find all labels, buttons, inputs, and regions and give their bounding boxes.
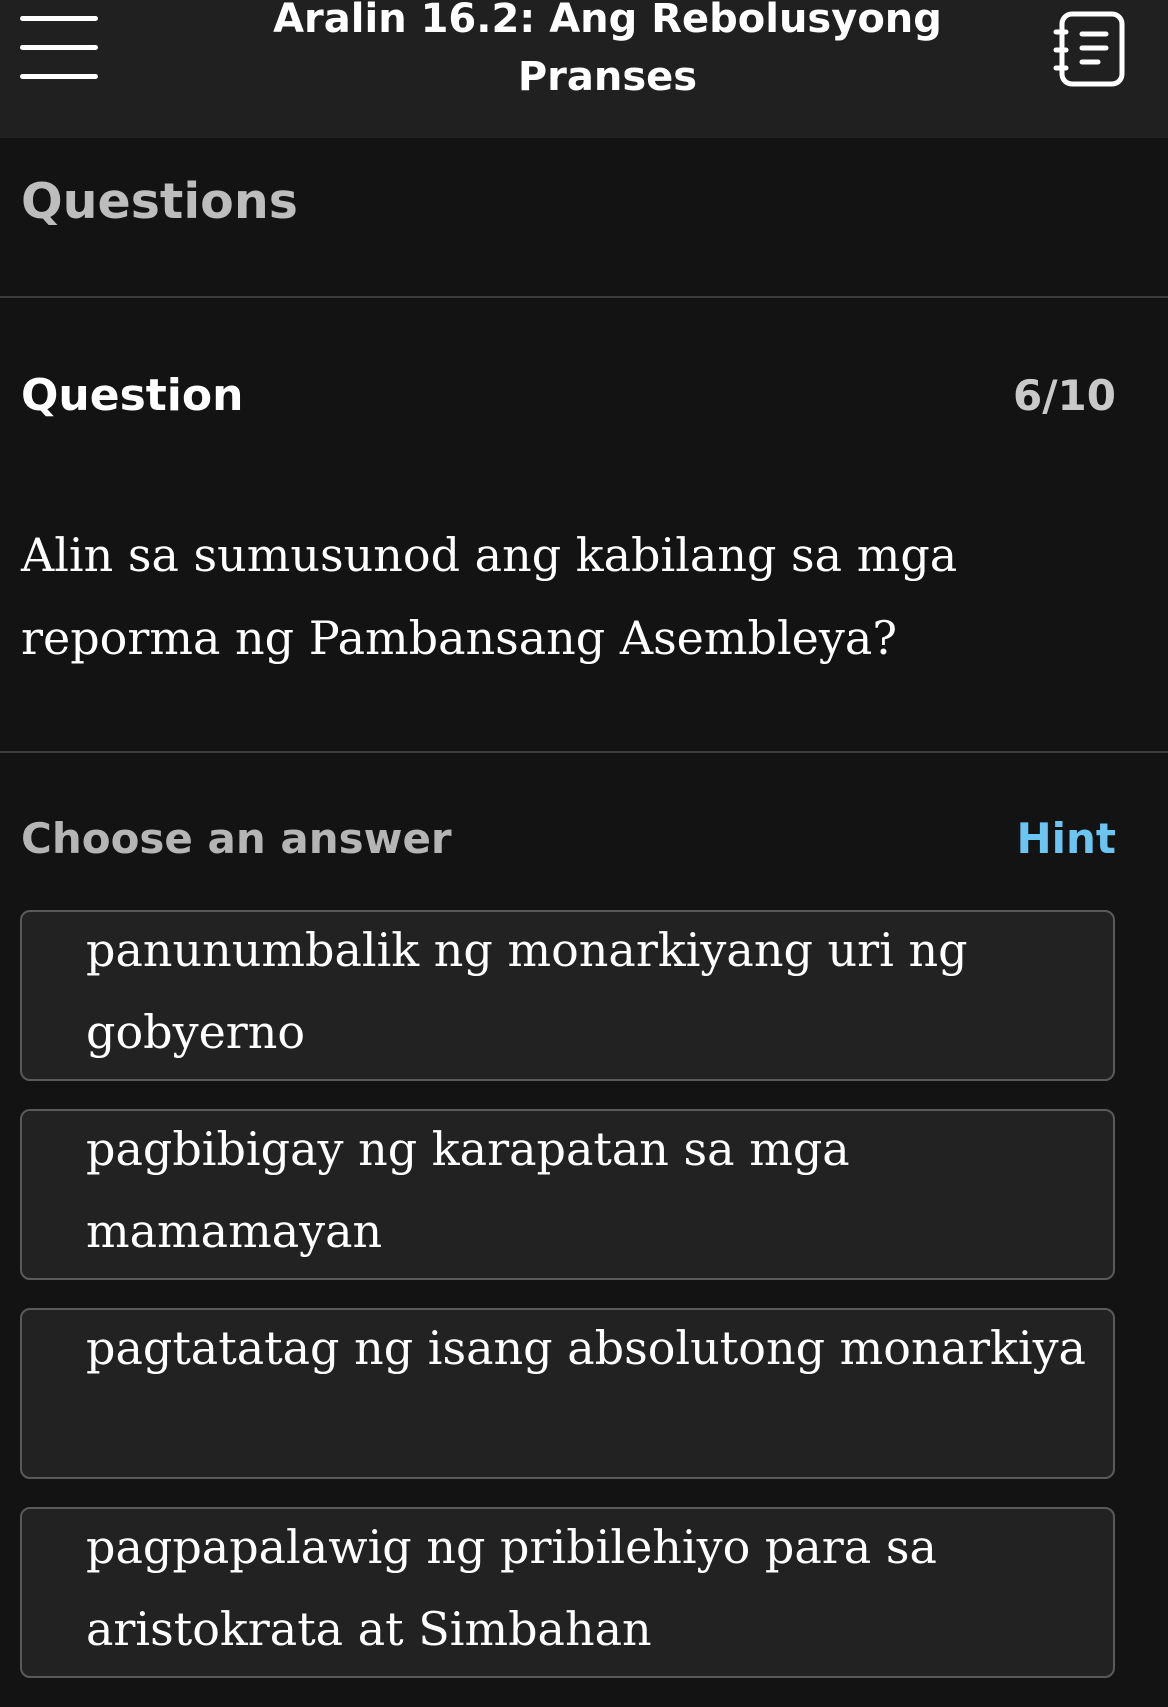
- page-title: Aralin 16.2: Ang Rebolusyong Pranses: [273, 0, 942, 100]
- answer-option[interactable]: pagbibigay ng karapatan sa mga mamamayan: [20, 1109, 1115, 1280]
- section-title: Questions: [21, 173, 298, 230]
- top-app-bar: Aralin 16.2: Ang Rebolusyong Pranses: [0, 0, 1168, 138]
- question-label: Question: [21, 370, 244, 421]
- answer-option[interactable]: panunumbalik ng monarkiyang uri ng gobye…: [20, 910, 1115, 1081]
- question-text: Alin sa sumusunod ang kabilang sa mga re…: [21, 528, 958, 665]
- hamburger-menu-icon[interactable]: [20, 12, 98, 84]
- divider: [0, 751, 1168, 753]
- choose-answer-label: Choose an answer: [21, 814, 452, 863]
- question-counter: 6/10: [1012, 371, 1116, 420]
- answer-option-text: pagbibigay ng karapatan sa mga mamamayan: [86, 1122, 850, 1258]
- answer-option-text: pagpapalawig ng pribilehiyo para sa aris…: [86, 1520, 937, 1656]
- answer-option-text: panunumbalik ng monarkiyang uri ng gobye…: [86, 923, 968, 1059]
- hint-button[interactable]: Hint: [1016, 811, 1116, 867]
- answer-option[interactable]: pagtatatag ng isang absolutong monarkiya: [20, 1308, 1115, 1479]
- answer-option[interactable]: pagpapalawig ng pribilehiyo para sa aris…: [20, 1507, 1115, 1678]
- notes-icon[interactable]: [1052, 10, 1128, 88]
- answer-option-text: pagtatatag ng isang absolutong monarkiya: [86, 1321, 1086, 1375]
- divider: [0, 296, 1168, 298]
